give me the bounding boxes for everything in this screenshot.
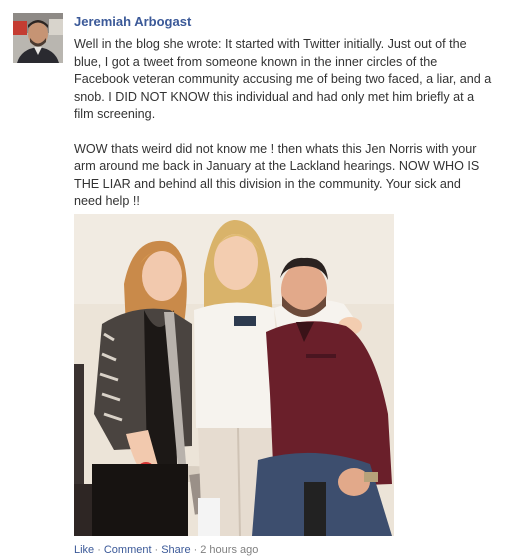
post-timestamp[interactable]: 2 hours ago (200, 544, 258, 556)
feed-post: Jeremiah Arbogast Well in the blog she w… (0, 0, 523, 557)
share-link[interactable]: Share (161, 544, 190, 556)
author-name-link[interactable]: Jeremiah Arbogast (74, 14, 191, 29)
post-message: Well in the blog she wrote: It started w… (74, 36, 492, 211)
profile-photo-icon (13, 13, 63, 63)
photo-three-people-icon (74, 214, 394, 536)
post-paragraph: Well in the blog she wrote: It started w… (74, 37, 492, 121)
post-photo[interactable] (74, 214, 394, 536)
action-separator: · (193, 544, 198, 556)
action-separator: · (154, 544, 159, 556)
post-paragraph: WOW thats weird did not know me ! then w… (74, 141, 480, 209)
action-separator: · (97, 544, 101, 556)
comment-link[interactable]: Comment (104, 544, 152, 556)
post-actions: Like · Comment · Share · 2 hours ago (74, 544, 258, 556)
like-link[interactable]: Like (74, 544, 94, 556)
avatar[interactable] (13, 13, 63, 63)
